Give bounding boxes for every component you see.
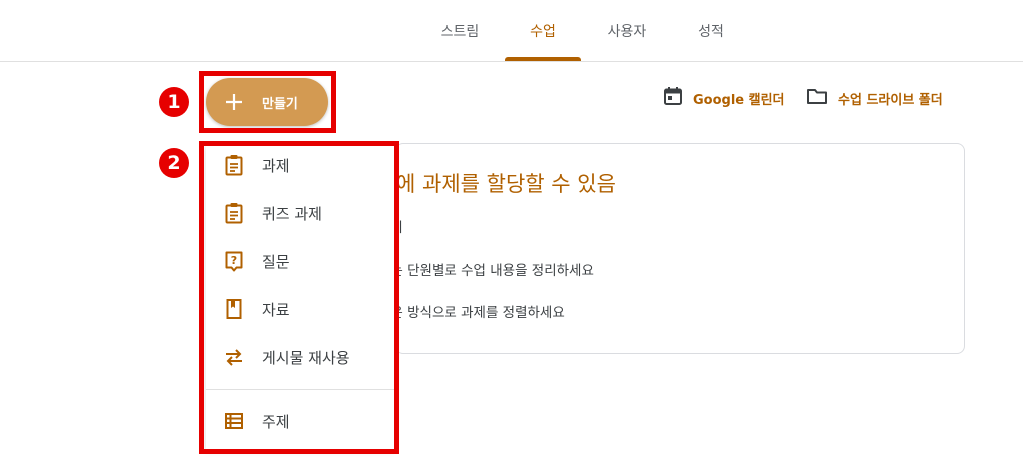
- card-line: 또는 단원별로 수업 내용을 정리하세요: [378, 263, 594, 279]
- google-calendar-label: Google 캘린더: [693, 92, 785, 108]
- tab-classwork[interactable]: 수업: [505, 0, 581, 61]
- class-drive-folder-label: 수업 드라이브 폴더: [838, 92, 943, 108]
- classwork-info-card: 에 과제를 할당할 수 있음 보기 또는 단원별로 수업 내용을 정리하세요 싶…: [378, 143, 965, 354]
- card-line: 싶은 방식으로 과제를 정렬하세요: [378, 305, 565, 321]
- tab-people[interactable]: 사용자: [592, 0, 662, 61]
- card-title: 에 과제를 할당할 수 있음: [396, 172, 616, 196]
- top-nav: 스트림 수업 사용자 성적: [0, 0, 1023, 62]
- annotation-box-2: [199, 141, 399, 454]
- annotation-badge-1: 1: [159, 87, 189, 117]
- calendar-icon: [663, 86, 693, 110]
- active-tab-indicator: [505, 57, 581, 61]
- google-calendar-link[interactable]: Google 캘린더: [663, 86, 785, 110]
- tab-grades[interactable]: 성적: [676, 0, 746, 61]
- annotation-box-1: [199, 71, 336, 133]
- annotation-badge-2: 2: [159, 148, 189, 178]
- folder-icon: [806, 86, 838, 110]
- class-drive-folder-link[interactable]: 수업 드라이브 폴더: [806, 86, 943, 110]
- tab-stream[interactable]: 스트림: [425, 0, 495, 61]
